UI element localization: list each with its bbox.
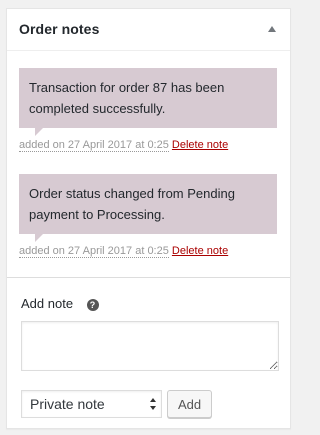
note-date: added on 27 April 2017 at 0:25 (19, 245, 169, 258)
select-arrows-icon (150, 398, 157, 410)
delete-note-link[interactable]: Delete note (172, 139, 228, 151)
note-text: Transaction for order 87 has been comple… (29, 80, 225, 116)
collapse-toggle-icon[interactable] (268, 26, 276, 32)
add-note-button[interactable]: Add (167, 390, 213, 418)
note-meta: added on 27 April 2017 at 0:25 Delete no… (19, 244, 278, 258)
note-text: Order status changed from Pending paymen… (29, 186, 235, 222)
order-notes-panel: Order notes Transaction for order 87 has… (6, 8, 291, 429)
panel-header[interactable]: Order notes (7, 9, 290, 51)
note-type-value: Private note (30, 396, 105, 412)
panel-title: Order notes (19, 21, 100, 37)
delete-note-link[interactable]: Delete note (172, 245, 228, 257)
note-meta: added on 27 April 2017 at 0:25 Delete no… (19, 138, 278, 152)
section-divider (7, 277, 290, 278)
add-note-label: Add note (21, 296, 74, 311)
help-icon[interactable]: ? (86, 299, 99, 311)
note-item: Order status changed from Pending paymen… (19, 174, 278, 258)
add-note-section: Add note ? Private note Add (21, 295, 281, 418)
note-content: Order status changed from Pending paymen… (19, 174, 277, 242)
note-item: Transaction for order 87 has been comple… (19, 68, 278, 152)
note-content: Transaction for order 87 has been comple… (19, 68, 277, 136)
add-note-controls: Private note Add (21, 390, 281, 418)
note-bubble-arrow (35, 128, 43, 136)
add-note-textarea[interactable] (21, 321, 279, 371)
note-date: added on 27 April 2017 at 0:25 (19, 139, 169, 152)
notes-list: Transaction for order 87 has been comple… (7, 51, 290, 258)
note-type-select[interactable]: Private note (21, 390, 162, 418)
note-bubble-arrow (35, 234, 43, 242)
